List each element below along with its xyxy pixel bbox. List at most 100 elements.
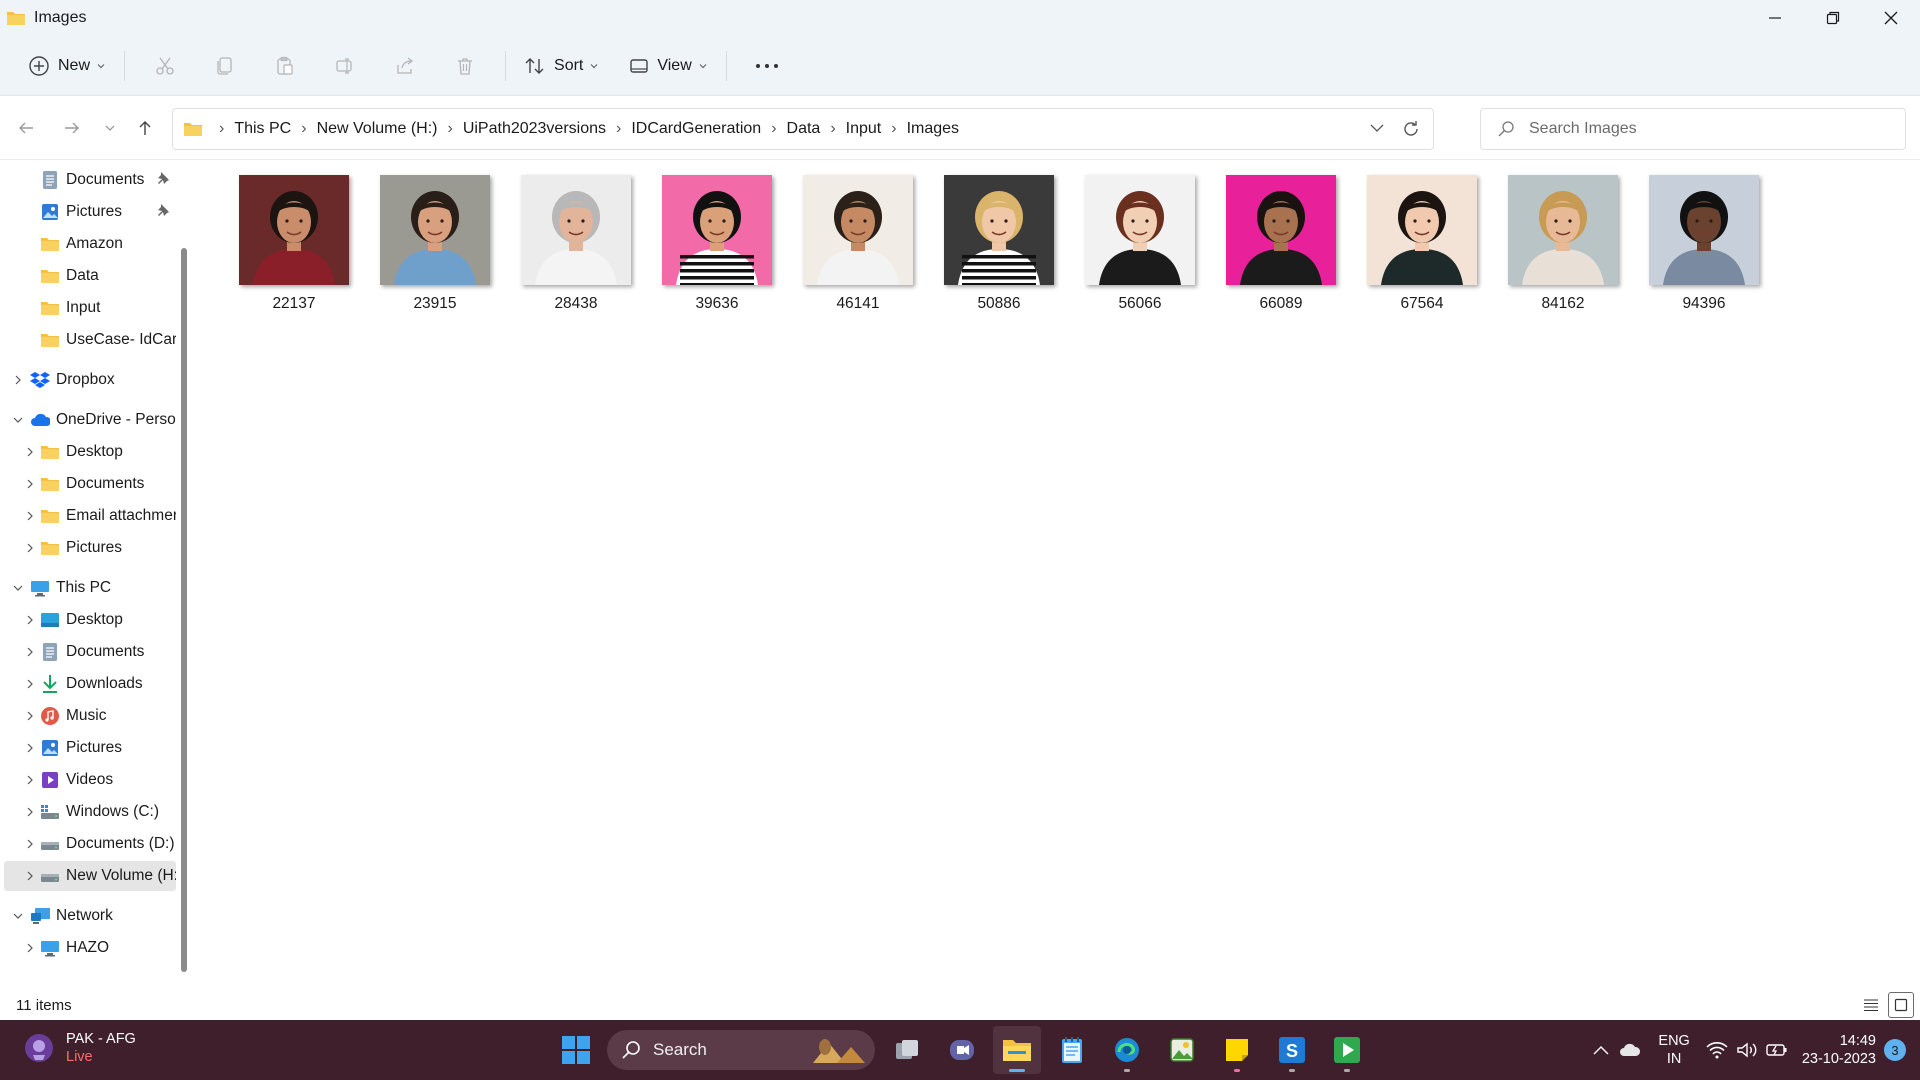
chevron-right-icon[interactable]	[22, 476, 38, 492]
sidebar-item-pc-downloads[interactable]: Downloads	[4, 669, 176, 699]
sidebar-item-pc-desktop[interactable]: Desktop	[4, 605, 176, 635]
sidebar-item-new-volume-h[interactable]: New Volume (H:	[4, 861, 176, 891]
notification-badge[interactable]: 3	[1884, 1039, 1906, 1061]
chevron-right-icon[interactable]	[22, 508, 38, 524]
sidebar-item-documents-d[interactable]: Documents (D:)	[4, 829, 176, 859]
file-item[interactable]: 22137	[226, 175, 362, 325]
sidebar-item-pc-documents[interactable]: Documents	[4, 637, 176, 667]
sidebar-item-data[interactable]: Data	[4, 261, 176, 291]
breadcrumb-new-volume[interactable]: New Volume (H:) ›	[317, 120, 463, 138]
sidebar-item-pictures-pinned[interactable]: Pictures	[4, 197, 176, 227]
sidebar-item-input[interactable]: Input	[4, 293, 176, 323]
weather-widget[interactable]: PAK - AFG Live	[24, 1030, 136, 1066]
sidebar-item-usecase-idcard[interactable]: UseCase- IdCard	[4, 325, 176, 355]
rename-button[interactable]	[315, 46, 375, 86]
minimize-button[interactable]	[1746, 0, 1804, 36]
tray-battery[interactable]	[1762, 1035, 1792, 1065]
file-item[interactable]: 50886	[931, 175, 1067, 325]
breadcrumb-data[interactable]: Data ›	[787, 120, 846, 138]
file-item[interactable]: 66089	[1213, 175, 1349, 325]
restore-button[interactable]	[1804, 0, 1862, 36]
breadcrumb-images[interactable]: Images	[907, 120, 959, 138]
search-box[interactable]	[1480, 108, 1906, 150]
sidebar-scrollbar[interactable]	[181, 248, 187, 972]
forward-button[interactable]	[58, 114, 86, 142]
details-view-button[interactable]	[1858, 992, 1884, 1018]
file-item[interactable]: 67564	[1354, 175, 1490, 325]
refresh-button[interactable]	[1401, 119, 1421, 144]
chevron-right-icon[interactable]	[22, 868, 38, 884]
chevron-down-icon[interactable]	[10, 908, 26, 924]
language-indicator[interactable]: ENG IN	[1658, 1032, 1689, 1068]
view-button[interactable]: View	[621, 46, 715, 86]
sidebar-item-pc-pictures[interactable]: Pictures	[4, 733, 176, 763]
taskbar-task-view[interactable]	[883, 1026, 931, 1074]
copy-button[interactable]	[195, 46, 255, 86]
paste-button[interactable]	[255, 46, 315, 86]
back-button[interactable]	[12, 114, 40, 142]
sidebar-item-onedrive-pictures[interactable]: Pictures	[4, 533, 176, 563]
tray-wifi[interactable]	[1702, 1035, 1732, 1065]
chevron-right-icon[interactable]	[22, 740, 38, 756]
sort-button[interactable]: Sort	[516, 46, 607, 86]
taskbar-image-app[interactable]	[1158, 1026, 1206, 1074]
taskbar-teams[interactable]	[938, 1026, 986, 1074]
chevron-right-icon[interactable]	[22, 836, 38, 852]
taskbar-uipath-assistant[interactable]	[1323, 1026, 1371, 1074]
sidebar-item-onedrive-desktop[interactable]: Desktop	[4, 437, 176, 467]
taskbar-edge[interactable]	[1103, 1026, 1151, 1074]
sidebar-item-windows-c[interactable]: Windows (C:)	[4, 797, 176, 827]
recent-locations-button[interactable]	[96, 114, 124, 142]
sidebar-item-this-pc[interactable]: This PC	[4, 573, 176, 603]
cut-button[interactable]	[135, 46, 195, 86]
sidebar-item-hazo[interactable]: HAZO	[4, 933, 176, 963]
sidebar-item-amazon[interactable]: Amazon	[4, 229, 176, 259]
more-options-button[interactable]	[737, 46, 797, 86]
file-item[interactable]: 46141	[790, 175, 926, 325]
sidebar-item-onedrive[interactable]: OneDrive - Person	[4, 405, 176, 435]
sidebar-item-onedrive-documents[interactable]: Documents	[4, 469, 176, 499]
clock[interactable]: 14:49 23-10-2023	[1802, 1032, 1876, 1068]
file-item[interactable]: 84162	[1495, 175, 1631, 325]
tray-volume[interactable]	[1732, 1035, 1762, 1065]
chevron-right-icon[interactable]	[22, 940, 38, 956]
taskbar-search[interactable]: Search	[607, 1030, 875, 1070]
taskbar-uipath-studio[interactable]: S	[1268, 1026, 1316, 1074]
address-bar[interactable]: › This PC › New Volume (H:) › UiPath2023ve…	[172, 108, 1434, 150]
chevron-right-icon[interactable]	[22, 708, 38, 724]
breadcrumb-idcardgeneration[interactable]: IDCardGeneration ›	[631, 120, 786, 138]
large-icons-view-button[interactable]	[1888, 992, 1914, 1018]
breadcrumb-input[interactable]: Input ›	[846, 120, 907, 138]
sidebar-item-pc-music[interactable]: Music	[4, 701, 176, 731]
file-item[interactable]: 28438	[508, 175, 644, 325]
tray-onedrive[interactable]	[1616, 1035, 1646, 1065]
close-button[interactable]	[1862, 0, 1920, 36]
search-input[interactable]	[1529, 120, 1889, 138]
taskbar-file-explorer[interactable]	[993, 1026, 1041, 1074]
chevron-right-icon[interactable]	[22, 540, 38, 556]
taskbar-sticky-notes[interactable]	[1213, 1026, 1261, 1074]
sidebar-item-pc-videos[interactable]: Videos	[4, 765, 176, 795]
breadcrumb-uipath2023versions[interactable]: UiPath2023versions ›	[463, 120, 632, 138]
chevron-right-icon[interactable]	[22, 804, 38, 820]
chevron-right-icon[interactable]	[10, 372, 26, 388]
sidebar-item-documents-pinned[interactable]: Documents	[4, 165, 176, 195]
file-item[interactable]: 56066	[1072, 175, 1208, 325]
sidebar-item-network[interactable]: Network	[4, 901, 176, 931]
file-item[interactable]: 94396	[1636, 175, 1772, 325]
file-item[interactable]: 23915	[367, 175, 503, 325]
sidebar-item-dropbox[interactable]: Dropbox	[4, 365, 176, 395]
chevron-down-icon[interactable]	[10, 412, 26, 428]
address-history-button[interactable]	[1369, 120, 1385, 141]
chevron-right-icon[interactable]	[22, 612, 38, 628]
taskbar-notepad[interactable]	[1048, 1026, 1096, 1074]
delete-button[interactable]	[435, 46, 495, 86]
start-button[interactable]	[552, 1026, 600, 1074]
show-hidden-icons-button[interactable]	[1586, 1035, 1616, 1065]
new-button[interactable]: New	[20, 46, 114, 86]
file-item[interactable]: 39636	[649, 175, 785, 325]
share-button[interactable]	[375, 46, 435, 86]
sidebar-item-email-attachments[interactable]: Email attachmer	[4, 501, 176, 531]
chevron-down-icon[interactable]	[10, 580, 26, 596]
chevron-right-icon[interactable]	[22, 644, 38, 660]
